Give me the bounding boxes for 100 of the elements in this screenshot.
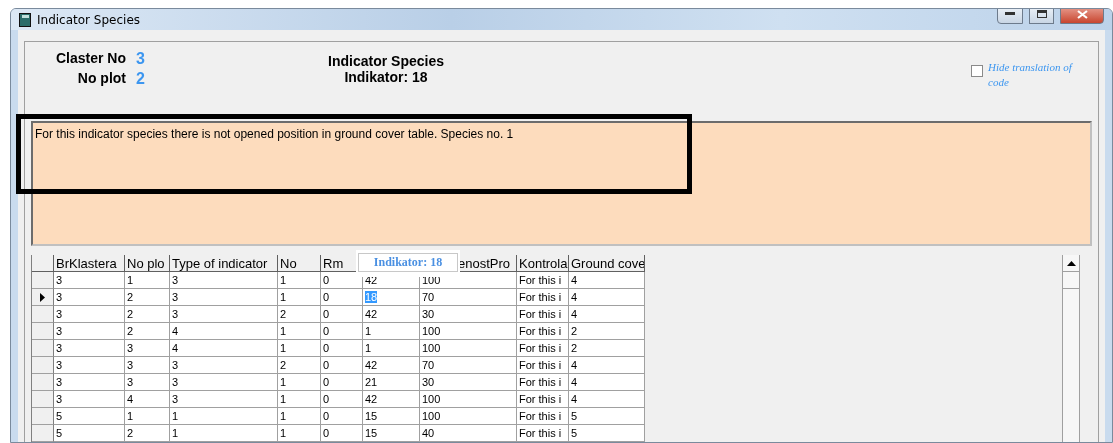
table-cell[interactable]: 42 [363, 391, 420, 408]
table-cell[interactable]: 100 [420, 408, 517, 425]
table-cell[interactable]: 1 [125, 272, 170, 289]
table-cell[interactable]: 100 [420, 323, 517, 340]
table-cell[interactable]: 1 [278, 272, 321, 289]
table-cell[interactable]: 70 [420, 289, 517, 306]
table-cell[interactable]: 2 [125, 289, 170, 306]
table-cell[interactable]: 100 [420, 391, 517, 408]
minimize-button[interactable] [997, 9, 1023, 24]
table-cell[interactable]: 70 [420, 357, 517, 374]
table-cell[interactable]: 3 [54, 340, 125, 357]
table-cell[interactable]: 15 [363, 408, 420, 425]
table-cell[interactable]: 2 [278, 306, 321, 323]
table-cell[interactable]: 1 [125, 408, 170, 425]
table-cell[interactable]: 3 [170, 272, 278, 289]
table-cell[interactable]: For this i [517, 357, 569, 374]
table-cell[interactable]: 0 [321, 408, 363, 425]
table-cell[interactable]: 1 [278, 408, 321, 425]
table-cell[interactable]: 21 [363, 374, 420, 391]
table-cell[interactable]: 3 [125, 374, 170, 391]
message-box[interactable]: For this indicator species there is not opened position in ground cover table. Species no. 1 [31, 121, 1092, 246]
table-cell[interactable]: For this i [517, 306, 569, 323]
tooltip: Indikator: 18 [356, 250, 460, 277]
table-cell[interactable]: 1 [278, 323, 321, 340]
table-cell[interactable]: 1 [170, 425, 278, 442]
table-cell[interactable]: 4 [125, 391, 170, 408]
table-cell[interactable]: 3 [170, 357, 278, 374]
table-cell[interactable]: 3 [170, 289, 278, 306]
column-header[interactable]: Kontrola [517, 255, 569, 272]
column-header[interactable]: Ground cove [569, 255, 645, 272]
table-cell[interactable]: 4 [170, 323, 278, 340]
window-title: Indicator Species [37, 12, 142, 27]
table-cell[interactable]: 2 [125, 306, 170, 323]
table-cell[interactable]: 3 [125, 357, 170, 374]
column-header[interactable]: No [278, 255, 321, 272]
table-cell[interactable]: 0 [321, 391, 363, 408]
table-cell[interactable]: 3 [125, 340, 170, 357]
table-cell[interactable]: 1 [278, 289, 321, 306]
table-cell[interactable]: 3 [54, 391, 125, 408]
table-cell[interactable]: 30 [420, 374, 517, 391]
table-cell[interactable]: For this i [517, 289, 569, 306]
scrollbar[interactable] [1062, 255, 1080, 442]
book-icon [19, 12, 31, 27]
table-cell[interactable]: 3 [54, 323, 125, 340]
table-cell[interactable]: 30 [420, 306, 517, 323]
table-cell[interactable]: 40 [420, 425, 517, 442]
table-cell[interactable]: 3 [54, 306, 125, 323]
table-cell[interactable]: 0 [321, 340, 363, 357]
table-cell[interactable]: 1 [278, 340, 321, 357]
table-cell[interactable]: 2 [278, 357, 321, 374]
close-button[interactable] [1060, 9, 1104, 24]
table-cell[interactable]: For this i [517, 391, 569, 408]
table-cell[interactable]: 3 [170, 391, 278, 408]
field-label: Claster No [54, 50, 127, 68]
table-cell[interactable]: 0 [321, 306, 363, 323]
table-cell[interactable]: 4 [170, 340, 278, 357]
table-cell[interactable]: 1 [278, 391, 321, 408]
table-cell[interactable]: 15 [363, 425, 420, 442]
up-arrow-icon [1066, 260, 1076, 266]
table-cell[interactable]: 0 [321, 374, 363, 391]
table-cell[interactable]: 5 [54, 408, 125, 425]
form-subtitle: Indikator: 18 [344, 69, 428, 85]
table-cell[interactable]: 2 [125, 323, 170, 340]
table-cell[interactable]: 3 [170, 374, 278, 391]
table-cell[interactable]: 1 [278, 425, 321, 442]
table-cell[interactable]: 5 [54, 425, 125, 442]
table-cell[interactable]: For this i [517, 374, 569, 391]
table-cell[interactable]: For this i [517, 272, 569, 289]
table-cell[interactable]: 3 [170, 306, 278, 323]
corner-cell [32, 255, 54, 272]
table-cell[interactable]: 3 [54, 272, 125, 289]
table-cell[interactable]: 1 [170, 408, 278, 425]
table-cell[interactable]: 0 [321, 289, 363, 306]
row-header[interactable] [32, 289, 54, 306]
table-cell[interactable]: 3 [54, 374, 125, 391]
table-cell[interactable]: 3 [54, 289, 125, 306]
table-cell[interactable]: 0 [321, 323, 363, 340]
table-cell[interactable]: 1 [363, 323, 420, 340]
checkbox[interactable] [971, 65, 983, 77]
table-cell[interactable]: 42 [363, 357, 420, 374]
form-title: Indicator Species [328, 53, 444, 69]
table-cell[interactable]: 0 [321, 357, 363, 374]
table-cell[interactable]: 3 [54, 357, 125, 374]
table-cell[interactable]: For this i [517, 340, 569, 357]
column-header[interactable]: BrKlastera [54, 255, 125, 272]
table-cell[interactable]: For this i [517, 425, 569, 442]
table-cell[interactable]: 0 [321, 425, 363, 442]
column-header[interactable]: Type of indicator [170, 255, 278, 272]
table-cell[interactable]: For this i [517, 323, 569, 340]
table-cell[interactable]: For this i [517, 408, 569, 425]
field-value: 2 [136, 70, 146, 88]
table-cell[interactable]: 1 [278, 374, 321, 391]
column-header[interactable]: No plo [125, 255, 170, 272]
maximize-button[interactable] [1029, 9, 1054, 24]
row-pointer-icon [40, 292, 45, 302]
table-cell[interactable]: 1 [363, 340, 420, 357]
table-cell[interactable]: 42 [363, 306, 420, 323]
checkbox-label: Hide translation of code [988, 60, 1074, 90]
table-cell[interactable]: 100 [420, 340, 517, 357]
table-cell[interactable]: 2 [125, 425, 170, 442]
